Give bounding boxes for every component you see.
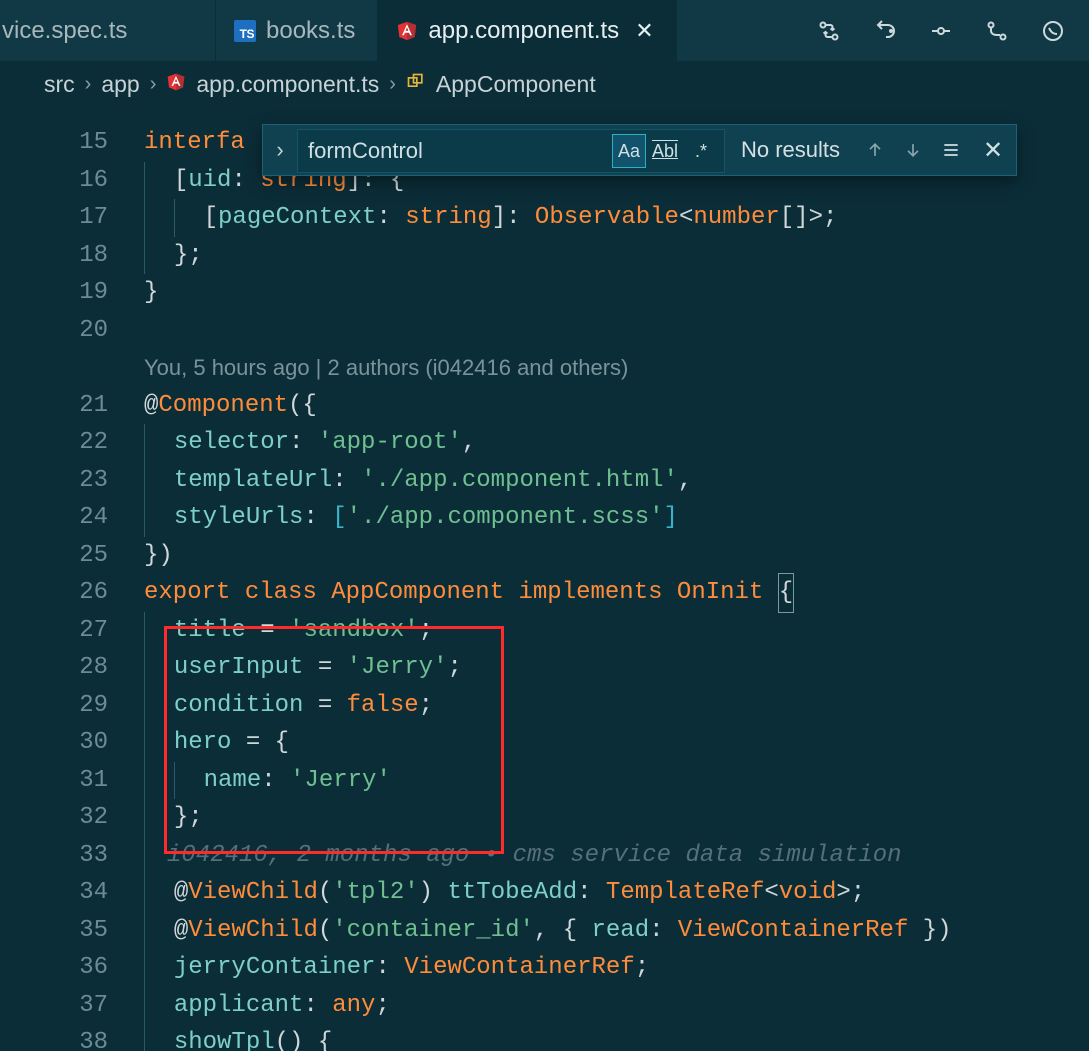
match-case-toggle[interactable]: Aa <box>612 134 646 168</box>
chevron-right-icon: › <box>389 73 396 96</box>
typescript-icon: TS <box>234 20 256 42</box>
code-editor[interactable]: 15 16 17 18 19 20 21 22 23 24 25 26 27 2… <box>30 106 1089 1051</box>
editor-actions <box>803 0 1089 61</box>
code-lens[interactable]: You, 5 hours ago | 2 authors (i042416 an… <box>144 349 1089 387</box>
breadcrumb-item[interactable]: app.component.ts <box>196 71 379 98</box>
git-merge-icon[interactable] <box>983 17 1011 45</box>
angular-icon <box>396 20 418 42</box>
match-whole-word-toggle[interactable]: Abl <box>648 134 682 168</box>
git-commit-icon[interactable] <box>927 17 955 45</box>
chevron-right-icon: › <box>150 73 157 96</box>
folding-margin <box>0 106 30 1051</box>
breadcrumb-item[interactable]: src <box>44 71 75 98</box>
tab-label: vice.spec.ts <box>2 17 127 45</box>
close-find-icon[interactable]: ✕ <box>970 125 1016 175</box>
find-next-icon[interactable] <box>894 131 932 169</box>
close-tab-icon[interactable]: ✕ <box>635 18 653 44</box>
find-status: No results <box>725 125 856 175</box>
breadcrumb: src › app › app.component.ts › AppCompon… <box>0 62 1089 106</box>
tab-app-component[interactable]: app.component.ts ✕ <box>378 0 676 61</box>
chevron-right-icon: › <box>85 73 92 96</box>
find-in-selection-icon[interactable] <box>932 131 970 169</box>
line-numbers: 15 16 17 18 19 20 21 22 23 24 25 26 27 2… <box>30 124 144 1051</box>
git-compare-icon[interactable] <box>815 17 843 45</box>
tab-label: books.ts <box>266 17 355 45</box>
git-blame-annotation: i042416, 2 months ago • cms service data… <box>167 837 902 875</box>
editor-tabs: vice.spec.ts TS books.ts app.component.t… <box>0 0 1089 62</box>
tab-books[interactable]: TS books.ts <box>216 0 378 61</box>
code-content[interactable]: interfa [uid: string]: { [pageContext: s… <box>144 124 1089 1051</box>
breadcrumb-item[interactable]: AppComponent <box>436 71 596 98</box>
git-revert-icon[interactable] <box>871 17 899 45</box>
angular-icon <box>166 71 186 98</box>
toggle-replace-icon[interactable]: › <box>263 125 297 175</box>
find-previous-icon[interactable] <box>856 131 894 169</box>
find-input[interactable] <box>298 130 606 172</box>
tab-service-spec[interactable]: vice.spec.ts <box>0 0 216 61</box>
git-graph-icon[interactable] <box>1039 17 1067 45</box>
breadcrumb-item[interactable]: app <box>101 71 139 98</box>
regex-toggle[interactable]: .* <box>684 134 718 168</box>
find-input-wrap: Aa Abl .* <box>297 129 725 173</box>
tab-label: app.component.ts <box>428 17 619 45</box>
class-icon <box>406 71 426 98</box>
find-widget: › Aa Abl .* No results ✕ <box>262 124 1017 176</box>
